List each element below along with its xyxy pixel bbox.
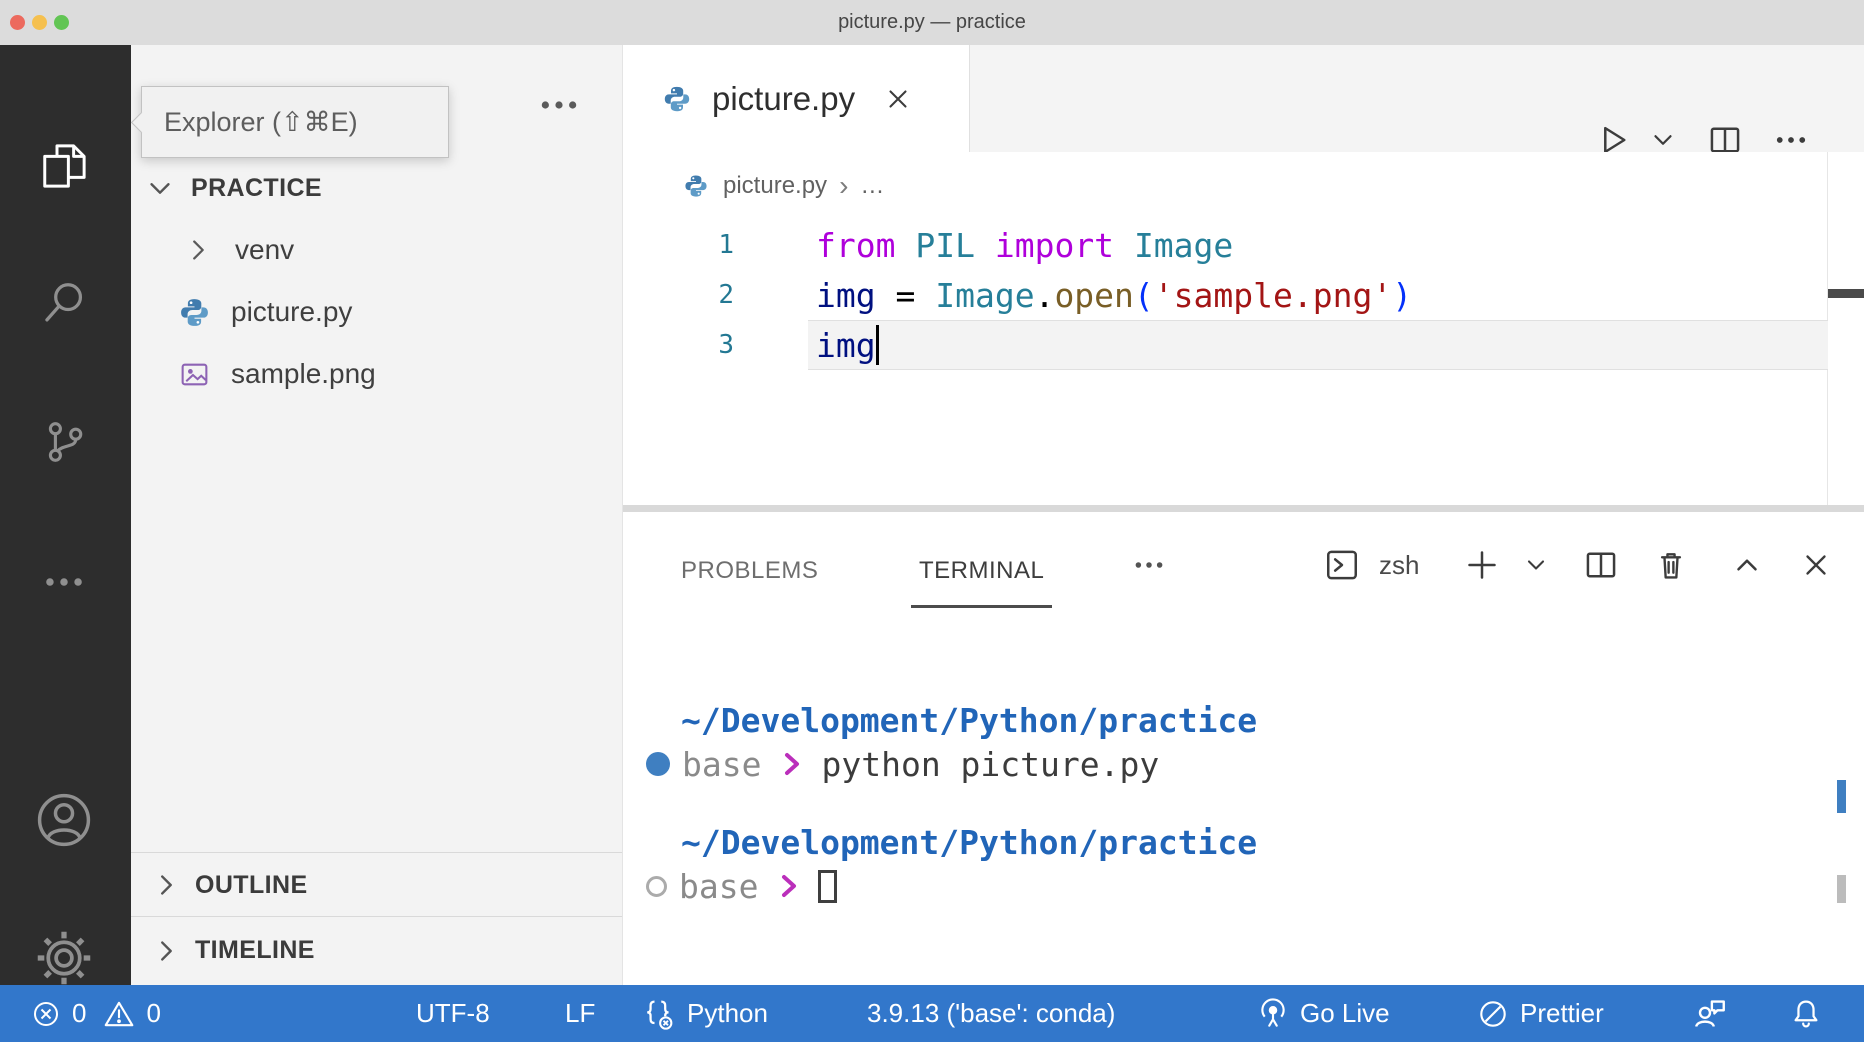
account-icon[interactable] xyxy=(31,787,97,853)
code-text: img = Image.open('sample.png') xyxy=(816,275,1413,315)
editor-group: picture.py picture.py › … 1 from PIL imp… xyxy=(622,45,1864,985)
breadcrumb-symbol[interactable]: … xyxy=(860,172,884,200)
terminal-path-line: ~/Development/Python/practice xyxy=(681,822,1258,862)
overview-ruler[interactable] xyxy=(1827,152,1864,505)
breadcrumb: picture.py › … xyxy=(623,152,1864,220)
explorer-icon[interactable] xyxy=(31,133,97,199)
conda-env-label: base xyxy=(682,744,762,784)
activity-bar xyxy=(0,45,131,985)
language-mode-status[interactable]: Python xyxy=(641,985,768,1042)
code-text: from PIL import Image xyxy=(816,225,1234,265)
tab-label: picture.py xyxy=(712,79,856,117)
prompt-arrow-icon xyxy=(785,753,800,775)
error-count: 0 xyxy=(72,998,87,1028)
settings-gear-icon[interactable] xyxy=(31,925,97,991)
panel-divider[interactable] xyxy=(623,505,1864,512)
code-lines[interactable]: 1 from PIL import Image 2 img = Image.open(… xyxy=(623,220,1864,370)
terminal-prompt-line: base python picture.py xyxy=(646,742,1159,786)
terminal-scroll-marker-blue xyxy=(1837,780,1846,813)
error-icon xyxy=(34,1001,58,1026)
terminal-path-line: ~/Development/Python/practice xyxy=(681,700,1258,740)
vscode-window: picture.py — practice PRACTICE venv pict… xyxy=(0,0,1864,1042)
sidebar-section-outline[interactable]: OUTLINE xyxy=(131,852,622,917)
prompt-idle-circle xyxy=(646,875,667,897)
file-label: picture.py xyxy=(231,296,353,327)
file-item-venv[interactable]: venv xyxy=(131,219,622,281)
breadcrumb-separator: › xyxy=(839,170,849,201)
broadcast-icon xyxy=(1261,997,1285,1027)
text-cursor xyxy=(875,325,879,365)
chevron-down-icon xyxy=(150,183,170,194)
python-file-icon xyxy=(181,298,208,326)
search-icon[interactable] xyxy=(31,269,97,335)
breadcrumb-file[interactable]: picture.py xyxy=(723,172,827,200)
sidebar-explorer: PRACTICE venv picture.py sample.png OUTLIN… xyxy=(131,45,622,985)
warning-count: 0 xyxy=(146,998,161,1028)
panel: PROBLEMS TERMINAL zsh ~/Development/Pyth… xyxy=(623,512,1864,985)
timeline-section-label: TIMELINE xyxy=(195,936,315,964)
notifications-bell-icon[interactable] xyxy=(1788,985,1824,1042)
cursor-position-marker xyxy=(1828,289,1864,298)
outline-section-label: OUTLINE xyxy=(195,870,308,899)
window-title: picture.py — practice xyxy=(838,11,1026,33)
sidebar-section-practice[interactable]: PRACTICE xyxy=(131,157,622,219)
feedback-icon[interactable] xyxy=(1690,985,1730,1042)
terminal-output[interactable]: ~/Development/Python/practice base python … xyxy=(623,512,1864,985)
explorer-tooltip: Explorer (⇧⌘E) xyxy=(130,86,449,158)
code-line-1[interactable]: 1 from PIL import Image xyxy=(623,220,1864,270)
circle-slash-icon xyxy=(1480,1000,1506,1027)
prompt-success-dot xyxy=(646,752,670,776)
braces-icon xyxy=(647,1000,673,1030)
tooltip-label: Explorer (⇧⌘E) xyxy=(164,106,358,137)
chevron-right-icon xyxy=(161,875,172,895)
terminal-scroll-marker-gray xyxy=(1837,875,1846,903)
practice-section-label: PRACTICE xyxy=(191,173,322,202)
tab-picture-py[interactable]: picture.py xyxy=(623,45,970,152)
file-label: sample.png xyxy=(231,358,376,389)
chevron-right-icon xyxy=(193,240,204,260)
prompt-arrow-icon xyxy=(782,875,797,897)
terminal-command: python picture.py xyxy=(821,744,1160,784)
code-line-2[interactable]: 2 img = Image.open('sample.png') xyxy=(623,270,1864,320)
file-item-picture.py[interactable]: picture.py xyxy=(131,281,622,343)
python-interpreter-status[interactable]: 3.9.13 ('base': conda) xyxy=(867,985,1115,1042)
more-views-icon[interactable] xyxy=(31,549,97,615)
warning-icon xyxy=(105,1001,134,1026)
go-live-status[interactable]: Go Live xyxy=(1256,985,1390,1042)
title-bar: picture.py — practice xyxy=(0,0,1864,46)
file-item-sample.png[interactable]: sample.png xyxy=(131,343,622,405)
tab-close-icon[interactable] xyxy=(883,84,913,114)
terminal-prompt-line: base xyxy=(646,864,838,908)
image-file-icon xyxy=(181,363,208,385)
conda-env-label: base xyxy=(679,866,759,906)
tab-strip: picture.py xyxy=(623,45,1864,154)
code-text: img xyxy=(816,325,879,365)
source-control-icon[interactable] xyxy=(31,409,97,475)
prettier-status[interactable]: Prettier xyxy=(1476,985,1604,1042)
sidebar-more-actions-icon[interactable] xyxy=(531,83,587,127)
line-number: 3 xyxy=(718,330,734,360)
line-number: 2 xyxy=(718,280,734,310)
file-label: venv xyxy=(235,234,295,265)
encoding-status[interactable]: UTF-8 xyxy=(416,985,490,1042)
sidebar-section-timeline[interactable]: TIMELINE xyxy=(131,916,622,984)
status-bar: 0 0 UTF-8 LF Python 3.9.13 ('base': cond… xyxy=(0,985,1864,1042)
code-line-3[interactable]: 3 img xyxy=(623,320,1864,370)
problems-status[interactable]: 0 0 xyxy=(30,985,161,1042)
line-number: 1 xyxy=(718,230,734,260)
terminal-cursor xyxy=(818,869,838,903)
eol-status[interactable]: LF xyxy=(565,985,595,1042)
file-list: venv picture.py sample.png xyxy=(131,219,622,405)
chevron-right-icon xyxy=(161,940,172,961)
python-file-icon xyxy=(685,175,707,197)
python-file-icon xyxy=(664,86,690,111)
